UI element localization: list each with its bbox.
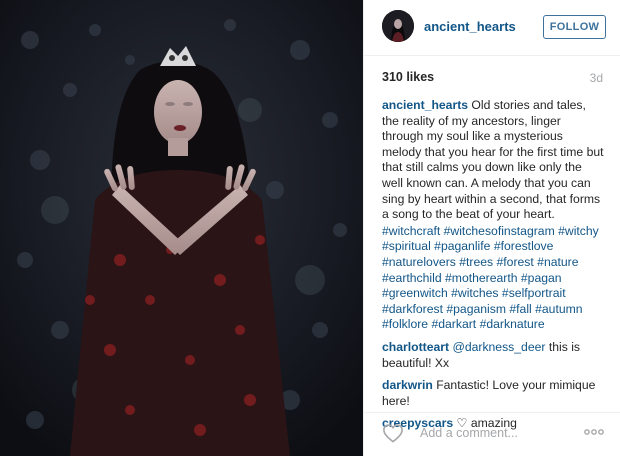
hashtag-link[interactable]: #witchy (558, 224, 599, 238)
post-age[interactable]: 3d (590, 71, 603, 85)
caption-username[interactable]: ancient_hearts (382, 98, 468, 112)
hashtag-link[interactable]: #darkart (431, 317, 476, 331)
hashtag-link[interactable]: #darknature (480, 317, 545, 331)
hashtag-link[interactable]: #witchesofinstagram (444, 224, 555, 238)
post-photo[interactable] (0, 0, 363, 456)
hashtag-link[interactable]: #selfportrait (502, 286, 566, 300)
caption-text: Old stories and tales, the reality of my… (382, 98, 604, 222)
post-username[interactable]: ancient_hearts (424, 19, 516, 34)
follow-button[interactable]: FOLLOW (543, 15, 606, 39)
hashtag-link[interactable]: #earthchild (382, 271, 442, 285)
post-meta: 310 likes 3d (364, 60, 620, 94)
hashtag-link[interactable]: #motherearth (445, 271, 518, 285)
hashtag-link[interactable]: #nature (537, 255, 578, 269)
photo-artwork (0, 0, 363, 456)
post-sidebar: ancient_hearts FOLLOW 310 likes 3d ancie… (363, 0, 620, 456)
instagram-post: ancient_hearts FOLLOW 310 likes 3d ancie… (0, 0, 620, 456)
hashtag-link[interactable]: #greenwitch (382, 286, 448, 300)
hashtag-link[interactable]: #witches (451, 286, 498, 300)
hashtag-link[interactable]: #pagan (521, 271, 562, 285)
hashtag-link[interactable]: #darkforest (382, 302, 443, 316)
post-header: ancient_hearts FOLLOW (364, 0, 620, 56)
avatar[interactable] (382, 10, 414, 42)
comment-username[interactable]: charlotteart (382, 340, 449, 354)
heart-outline-icon[interactable] (382, 423, 404, 443)
more-options-icon[interactable] (584, 425, 604, 439)
hashtag-link[interactable]: #autumn (535, 302, 582, 316)
add-comment-input[interactable] (420, 424, 560, 442)
comment-item: charlotteart @darkness_deer this is beau… (382, 340, 604, 371)
comment-item: darkwrin Fantastic! Love your mimique he… (382, 378, 604, 409)
hashtag-link[interactable]: #paganism (446, 302, 506, 316)
hashtag-link[interactable]: #forestlove (494, 239, 554, 253)
caption-hashtags: #witchcraft #witchesofinstagram #witchy … (382, 224, 604, 333)
hashtag-link[interactable]: #naturelovers (382, 255, 456, 269)
comments-list: ancient_hearts Old stories and tales, th… (382, 98, 604, 439)
comment-bar (364, 412, 620, 456)
comment-mention[interactable]: @darkness_deer (452, 340, 545, 354)
likes-count[interactable]: 310 likes (382, 70, 434, 84)
hashtag-link[interactable]: #spiritual (382, 239, 431, 253)
hashtag-link[interactable]: #witchcraft (382, 224, 440, 238)
comment-username[interactable]: darkwrin (382, 378, 433, 392)
hashtag-link[interactable]: #fall (509, 302, 531, 316)
avatar-image (382, 10, 414, 42)
hashtag-link[interactable]: #forest (497, 255, 534, 269)
hashtag-link[interactable]: #trees (459, 255, 493, 269)
hashtag-link[interactable]: #folklore (382, 317, 428, 331)
caption: ancient_hearts Old stories and tales, th… (382, 98, 604, 333)
hashtag-link[interactable]: #paganlife (434, 239, 490, 253)
